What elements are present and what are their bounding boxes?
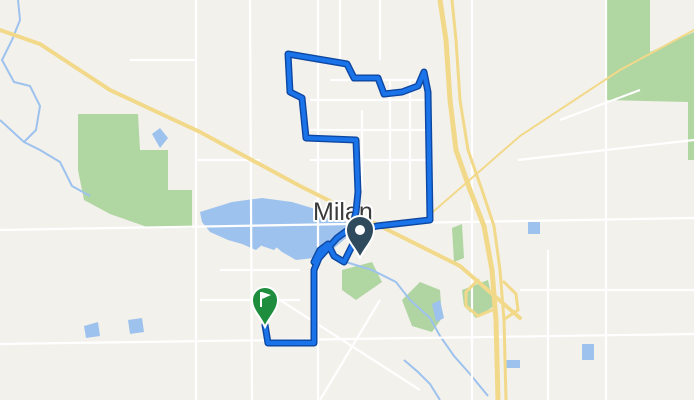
- location-pin-dot: [355, 225, 365, 235]
- green-strip: [452, 224, 464, 262]
- map-canvas[interactable]: Milan: [0, 0, 694, 400]
- pond-southeast-2: [506, 360, 520, 368]
- pond-sw-2: [128, 318, 144, 334]
- map-view[interactable]: Milan: [0, 0, 694, 400]
- pond-southeast: [582, 344, 594, 360]
- pond-east: [528, 222, 540, 234]
